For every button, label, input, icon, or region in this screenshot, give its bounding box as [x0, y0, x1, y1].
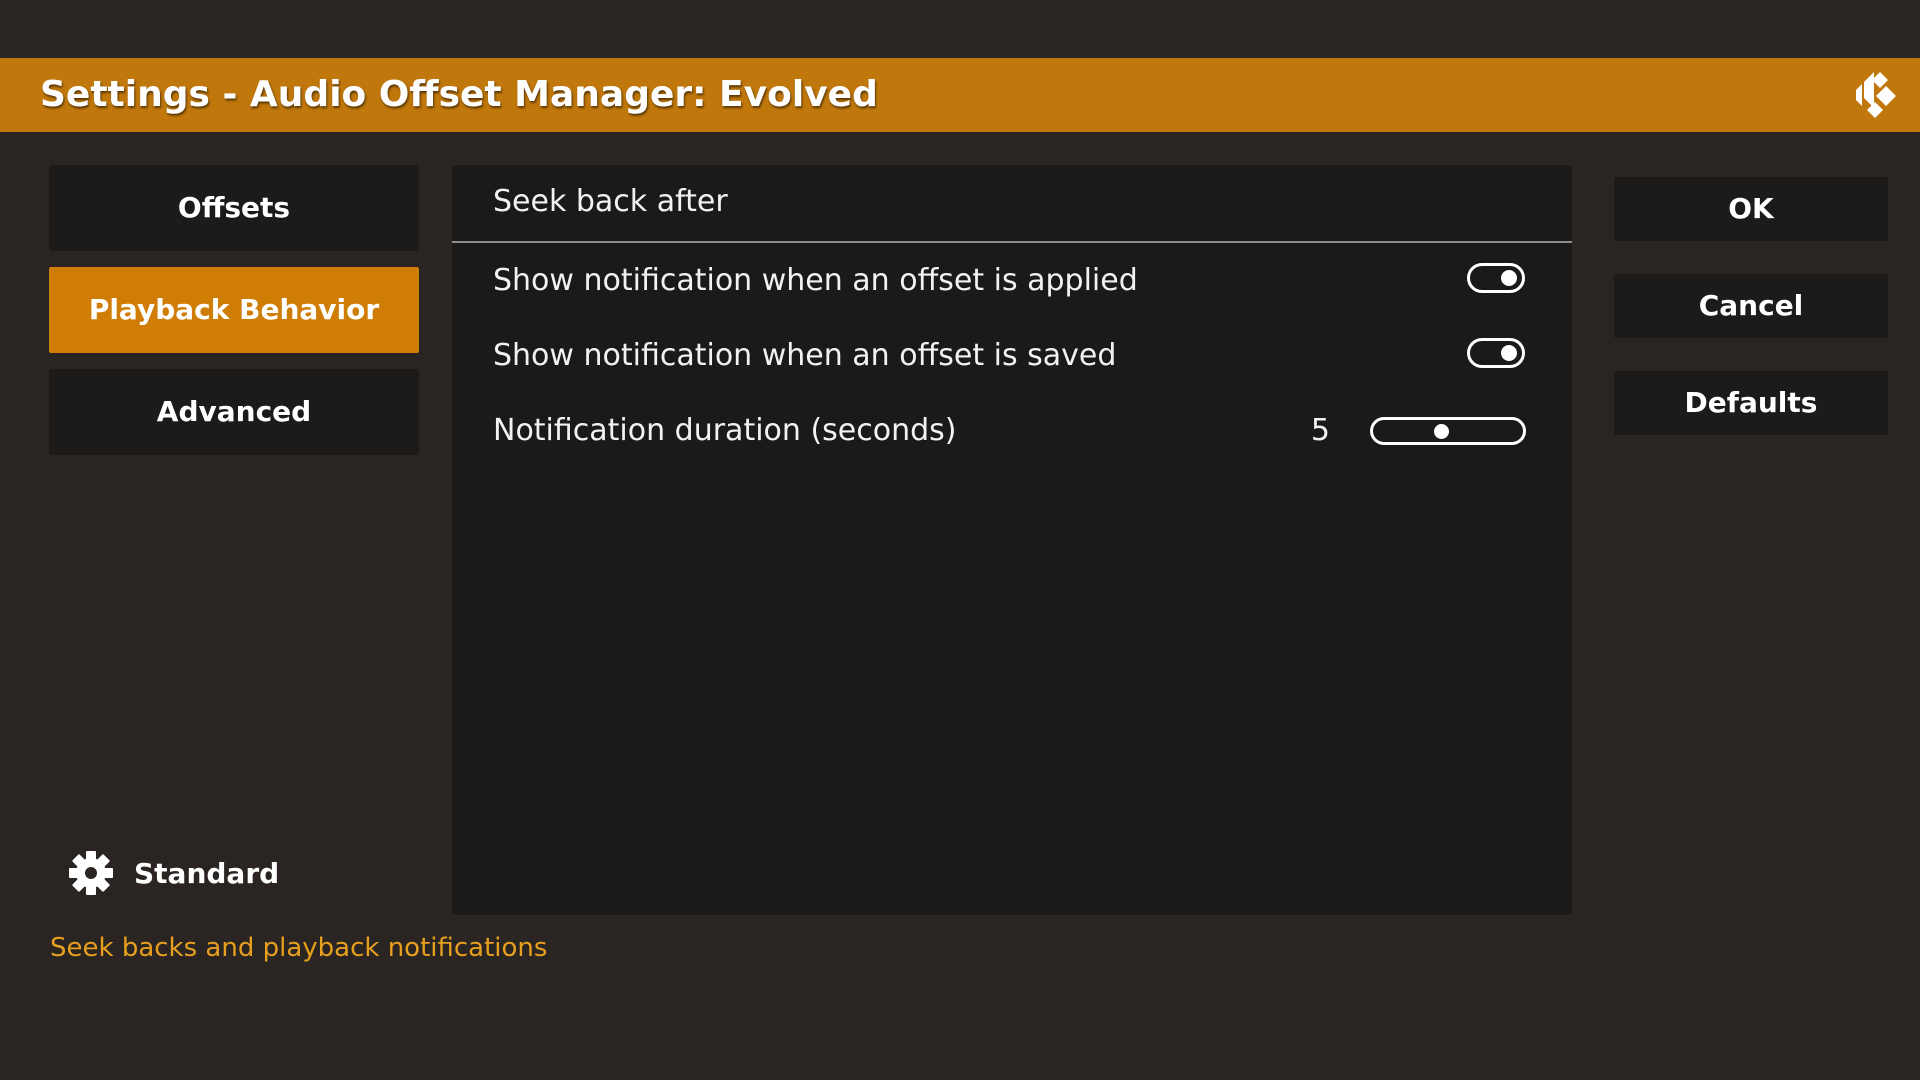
title-bar: Settings - Audio Offset Manager: Evolved: [0, 58, 1920, 132]
gear-icon: [69, 851, 113, 895]
kodi-logo-icon: [1856, 72, 1896, 118]
section-title: Seek back after: [493, 184, 728, 219]
toggle-knob: [1501, 345, 1517, 361]
settings-level-button[interactable]: Standard: [68, 848, 279, 898]
setting-label: Show notification when an offset is appl…: [493, 263, 1138, 298]
setting-row-notify-applied[interactable]: Show notification when an offset is appl…: [452, 245, 1572, 317]
toggle-switch[interactable]: [1467, 263, 1525, 293]
ok-button[interactable]: OK: [1614, 177, 1888, 241]
category-playback-behavior[interactable]: Playback Behavior: [49, 267, 419, 353]
category-advanced[interactable]: Advanced: [49, 369, 419, 455]
category-offsets[interactable]: Offsets: [49, 165, 419, 251]
section-header[interactable]: Seek back after: [452, 165, 1572, 243]
setting-label: Notification duration (seconds): [493, 413, 957, 448]
settings-screen: Settings - Audio Offset Manager: Evolved…: [0, 0, 1920, 1080]
slider-value: 5: [1310, 413, 1330, 448]
cancel-button[interactable]: Cancel: [1614, 274, 1888, 338]
defaults-button[interactable]: Defaults: [1614, 371, 1888, 435]
category-description: Seek backs and playback notifications: [50, 933, 548, 963]
setting-label: Show notification when an offset is save…: [493, 338, 1117, 373]
toggle-switch[interactable]: [1467, 338, 1525, 368]
slider-knob[interactable]: [1434, 424, 1450, 439]
toggle-knob: [1501, 270, 1517, 286]
settings-level-label: Standard: [134, 856, 280, 890]
window-title: Settings - Audio Offset Manager: Evolved: [40, 74, 878, 115]
setting-row-notification-duration[interactable]: Notification duration (seconds) 5: [452, 395, 1572, 467]
setting-row-notify-saved[interactable]: Show notification when an offset is save…: [452, 320, 1572, 392]
duration-slider[interactable]: [1370, 417, 1526, 445]
settings-panel: Seek back after Show notification when a…: [452, 165, 1572, 915]
